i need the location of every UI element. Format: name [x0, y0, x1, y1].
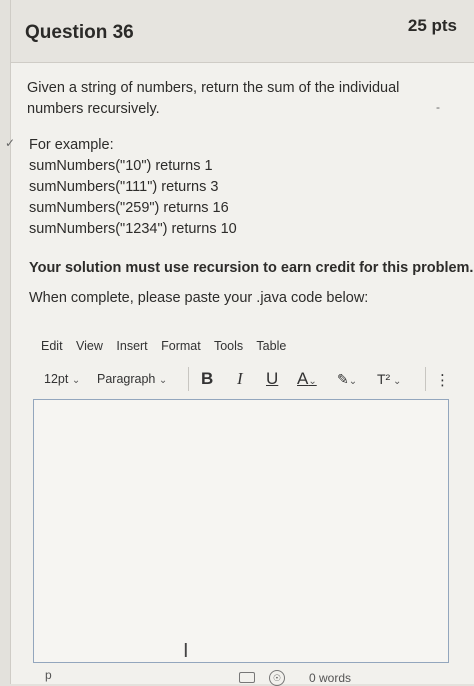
- menu-insert[interactable]: Insert: [116, 339, 147, 353]
- menu-tools[interactable]: Tools: [214, 339, 243, 353]
- example-line: sumNumbers("10") returns 1: [29, 158, 213, 174]
- menu-format[interactable]: Format: [161, 339, 201, 353]
- toolbar-divider: [425, 367, 426, 391]
- superscript-icon: T²: [377, 371, 391, 387]
- block-format-select[interactable]: Paragraph ⌄: [97, 372, 167, 386]
- question-card: Question 36 25 pts Given a string of num…: [5, 0, 474, 686]
- recursion-note: Your solution must use recursion to earn…: [29, 260, 474, 276]
- word-count[interactable]: 0 words: [309, 671, 351, 685]
- examples-block: For example: sumNumbers("10") returns 1 …: [29, 135, 237, 240]
- superscript-button[interactable]: T² ⌄: [377, 371, 401, 387]
- question-title: Question 36: [25, 22, 134, 43]
- chevron-down-icon: ⌄: [308, 376, 317, 387]
- question-points: 25 pts: [407, 16, 457, 35]
- toolbar-divider: [188, 367, 189, 391]
- paste-instruction: When complete, please paste your .java c…: [29, 290, 369, 306]
- example-line: sumNumbers("1234") returns 10: [29, 221, 237, 237]
- bold-button[interactable]: B: [201, 369, 213, 389]
- example-line: sumNumbers("259") returns 16: [29, 200, 229, 216]
- examples-heading: For example:: [29, 137, 114, 153]
- font-color-icon: A: [297, 369, 309, 388]
- example-line: sumNumbers("111") returns 3: [29, 179, 219, 195]
- chevron-down-icon: ⌄: [71, 375, 81, 386]
- font-size-value: 12pt: [44, 372, 69, 386]
- status-path: p: [45, 668, 52, 682]
- menu-edit[interactable]: Edit: [41, 339, 63, 353]
- code-editor-area[interactable]: [33, 399, 449, 663]
- font-size-select[interactable]: 12pt ⌄: [44, 372, 80, 386]
- chevron-down-icon: ⌄: [348, 376, 358, 387]
- margin-mark: -: [436, 100, 440, 114]
- block-format-value: Paragraph: [97, 372, 156, 386]
- italic-button[interactable]: I: [237, 369, 243, 389]
- question-prompt: Given a string of numbers, return the su…: [27, 80, 400, 117]
- more-options-icon[interactable]: ⋮: [435, 371, 450, 389]
- menu-view[interactable]: View: [76, 339, 103, 353]
- question-header: Question 36 25 pts: [11, 0, 474, 63]
- chevron-down-icon: ⌄: [390, 376, 402, 387]
- underline-button[interactable]: U: [266, 369, 278, 389]
- editor-menubar: Edit View Insert Format Tools Table: [41, 339, 296, 353]
- menu-table[interactable]: Table: [256, 339, 286, 353]
- font-color-button[interactable]: A⌄: [297, 369, 317, 389]
- highlight-button[interactable]: ✎⌄: [337, 371, 357, 388]
- check-icon: ✓: [5, 136, 16, 150]
- keyboard-icon[interactable]: [239, 672, 255, 683]
- text-cursor-icon: I: [183, 640, 189, 662]
- highlight-icon: ✎: [337, 371, 349, 387]
- chevron-down-icon: ⌄: [158, 375, 168, 386]
- editor-toolbar: 12pt ⌄ Paragraph ⌄ B I U A⌄ ✎⌄ T² ⌄ ⋮: [33, 363, 463, 397]
